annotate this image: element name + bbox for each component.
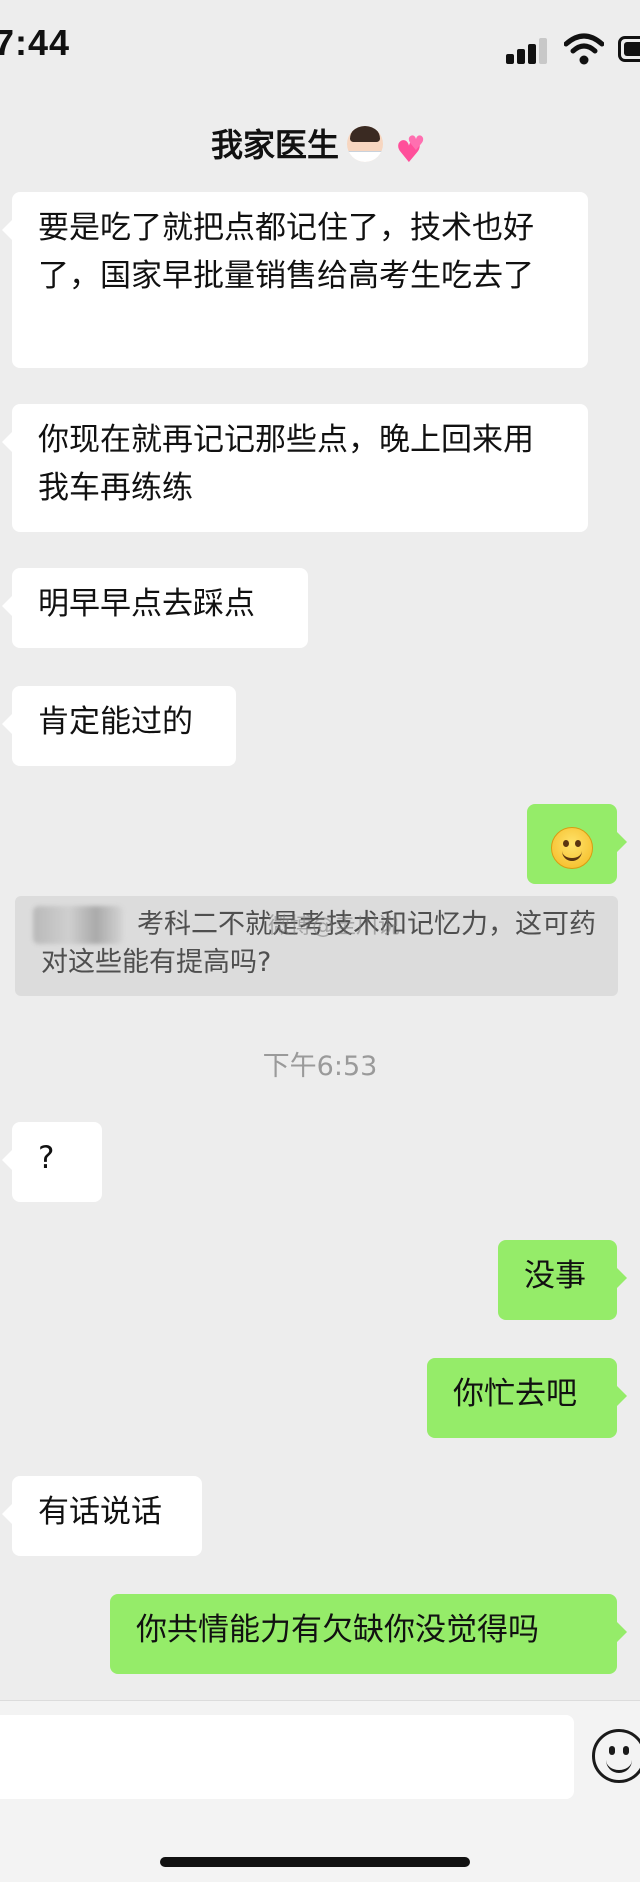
message-text: 你共情能力有欠缺你没觉得吗 — [136, 1612, 539, 1648]
chat-title-text: 我家医生 — [210, 126, 339, 164]
watermark: 微博@圭川说 — [268, 914, 401, 939]
message-bubble-outgoing[interactable] — [527, 804, 627, 884]
message-text: 要是吃了就把点都记住了，技术也好了，国家早批量销售给高考生吃去了 — [38, 210, 534, 294]
message-bubble-incoming[interactable]: 你现在就再记记那些点，晚上回来用我车再练练 — [2, 404, 588, 532]
message-input[interactable] — [0, 1715, 574, 1799]
battery-icon — [618, 36, 640, 62]
message-bubble-incoming[interactable]: ? — [2, 1122, 102, 1202]
message-bubble-outgoing[interactable]: 你共情能力有欠缺你没觉得吗 — [110, 1594, 627, 1674]
message-bubble-outgoing[interactable]: 你忙去吧 — [427, 1358, 627, 1438]
message-bubble-incoming[interactable]: 有话说话 — [2, 1476, 202, 1556]
chat-messages[interactable]: 要是吃了就把点都记住了，技术也好了，国家早批量销售给高考生吃去了 你现在就再记记… — [0, 186, 640, 1700]
message-text: 你现在就再记记那些点，晚上回来用我车再练练 — [38, 422, 534, 506]
hearts-icon: ♥ ♥ — [395, 131, 425, 170]
woman-doctor-icon — [347, 126, 383, 162]
status-bar: 7:44 — [0, 0, 640, 100]
smiley-emoji-icon — [551, 826, 593, 869]
message-timestamp: 下午6:53 — [262, 1051, 378, 1082]
message-bubble-incoming[interactable]: 要是吃了就把点都记住了，技术也好了，国家早批量销售给高考生吃去了 — [2, 192, 588, 368]
message-text: 没事 — [524, 1258, 586, 1294]
message-text: 有话说话 — [38, 1494, 162, 1530]
quoted-sender-redacted — [33, 906, 123, 944]
message-text: 你忙去吧 — [453, 1376, 577, 1412]
status-time: 7:44 — [0, 22, 71, 63]
chat-header: 我家医生 ♥ ♥ — [0, 100, 640, 186]
message-bubble-incoming[interactable]: 肯定能过的 — [2, 686, 236, 766]
message-bubble-outgoing[interactable]: 没事 — [498, 1240, 627, 1320]
message-text: 明早早点去踩点 — [38, 586, 255, 622]
cellular-signal-icon — [506, 36, 550, 64]
message-input-bar — [0, 1700, 640, 1882]
wifi-icon — [563, 32, 605, 66]
message-text: 肯定能过的 — [38, 704, 193, 740]
emoji-face-icon[interactable] — [592, 1729, 640, 1783]
chat-title[interactable]: 我家医生 ♥ ♥ — [0, 120, 640, 171]
message-text: ? — [38, 1140, 55, 1176]
message-bubble-incoming[interactable]: 明早早点去踩点 — [2, 568, 308, 648]
home-indicator[interactable] — [160, 1857, 470, 1867]
